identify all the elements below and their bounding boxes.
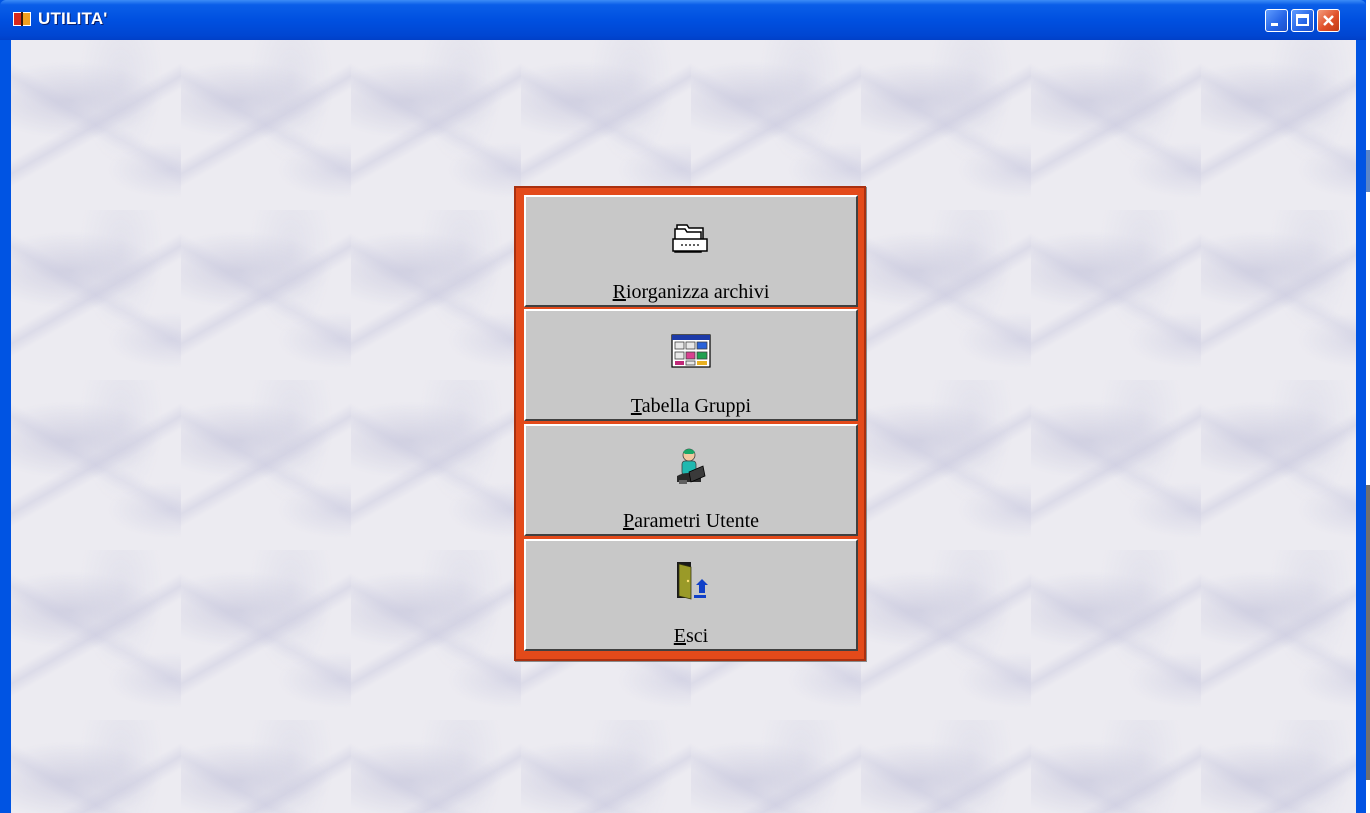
label-text: abella Gruppi (641, 395, 752, 417)
label-text: arametri Utente (634, 510, 760, 532)
accelerator-key: P (622, 510, 635, 532)
exit-door-icon (677, 562, 708, 600)
minimize-button[interactable] (1265, 9, 1288, 32)
accelerator-key: E (673, 625, 686, 647)
tabella-gruppi-button[interactable]: Tabella Gruppi (524, 309, 858, 421)
label-text: sci (686, 625, 709, 647)
esci-button[interactable]: Esci (524, 539, 858, 651)
user-reading-icon (677, 448, 706, 484)
background-window-edge-lower (1366, 485, 1370, 780)
label-text: iorganizza archivi (625, 281, 770, 303)
book-icon (13, 12, 31, 26)
maximize-button[interactable] (1291, 9, 1314, 32)
riorganizza-archivi-button[interactable]: Riorganizza archivi (524, 195, 858, 307)
background-window-edge (1366, 150, 1370, 192)
maximize-icon (1296, 14, 1309, 26)
accelerator-key: T (630, 395, 642, 417)
window-title: UTILITA' (38, 9, 108, 28)
parametri-utente-label: Parametri Utente (526, 510, 856, 532)
accelerator-key: R (612, 281, 626, 303)
parametri-utente-button[interactable]: Parametri Utente (524, 424, 858, 536)
table-grid-icon (671, 334, 711, 368)
close-icon (1323, 15, 1334, 26)
esci-label: Esci (526, 625, 856, 647)
utility-menu-panel: Riorganizza archivi Tabella Gruppi Param… (514, 186, 866, 661)
minimize-icon (1271, 23, 1278, 26)
folder-drawer-icon (672, 224, 708, 253)
title-bar[interactable]: UTILITA' (0, 0, 1366, 40)
window-right-border (1356, 40, 1366, 813)
tabella-gruppi-label: Tabella Gruppi (526, 395, 856, 417)
close-button[interactable] (1317, 9, 1340, 32)
riorganizza-archivi-label: Riorganizza archivi (526, 281, 856, 303)
